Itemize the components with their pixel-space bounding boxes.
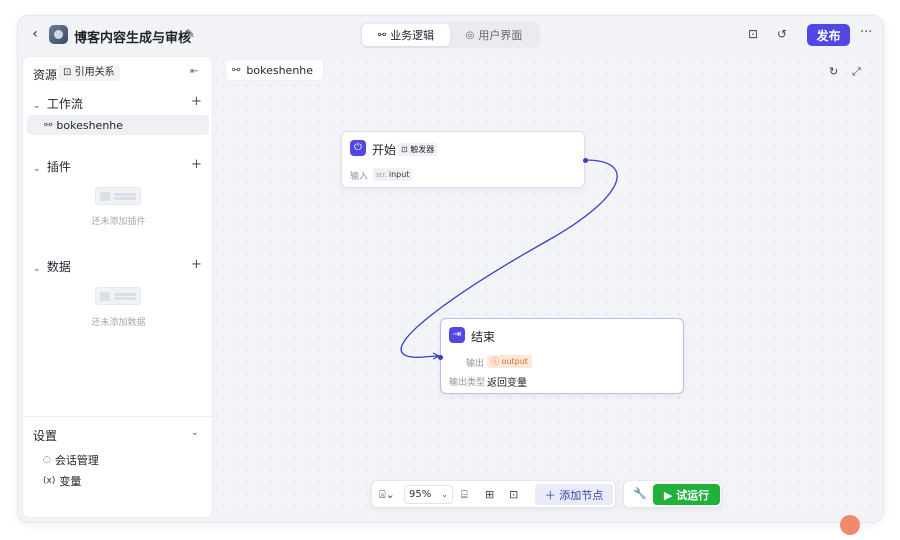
top-header: ‹ 博客内容生成与审核 ✎ ⚯ 业务逻辑 ◎ 用户界面 ⊡ ↺ 发布 ··· [18,16,883,54]
output-label: 输出 [466,359,485,369]
edit-icon[interactable]: ✎ [185,27,199,41]
app-window: ‹ 博客内容生成与审核 ✎ ⚯ 业务逻辑 ◎ 用户界面 ⊡ ↺ 发布 ··· 资… [18,16,883,522]
output-name: output [501,357,528,366]
section-title-label: 数据 [46,260,71,274]
section-plugins[interactable]: ⌄ 插件 [33,158,71,175]
chat-icon: ◌ [43,455,51,465]
input-type: str. [376,171,387,179]
section-title-label: 插件 [46,160,71,174]
empty-placeholder-icon [95,187,141,205]
settings-item-session[interactable]: ◌ 会话管理 [43,452,99,468]
trigger-badge: ⊡ 触发器 [398,143,438,156]
trigger-badge-label: 触发器 [410,145,435,154]
input-variable-chip: str. input [373,168,413,181]
settings-item-label: 会话管理 [54,454,99,467]
run-toolbar: 🔧 ▶ 试运行 [623,480,722,508]
zoom-select[interactable]: 95% ⌄ [404,485,453,504]
comment-icon[interactable]: ⌸ [461,488,468,502]
collapse-sidebar-icon[interactable]: ⇤ [190,66,198,77]
tab-label: 业务逻辑 [390,29,435,42]
add-plugin-button[interactable]: + [191,157,202,172]
layout-icon[interactable]: ⊞ [485,488,494,501]
floating-assistant-button[interactable] [840,515,860,535]
resource-sidebar: 资源 ⊡ 引用关系 ⇤ ⌄ 工作流 + ⚯ bokeshenhe ⌄ 插件 + … [22,56,213,518]
tab-business-logic[interactable]: ⚯ 业务逻辑 [362,24,450,46]
workflow-icon: ⚯ [44,119,53,131]
history-icon[interactable]: ↺ [775,27,789,41]
workflow-icon: ⚯ [377,29,387,41]
output-port[interactable] [583,158,588,163]
end-icon: ⇥ [449,327,465,343]
ref-chip-label: 引用关系 [74,67,115,78]
minimap-icon[interactable]: ⊡ [509,488,518,501]
tab-label: 用户界面 [478,29,523,42]
section-data[interactable]: ⌄ 数据 [33,258,71,275]
wrench-icon[interactable]: 🔧 [633,487,647,500]
run-label: 试运行 [676,488,710,502]
plus-icon: ＋ [544,488,556,502]
add-data-button[interactable]: + [191,257,202,272]
add-workflow-button[interactable]: + [191,94,202,109]
output-type-value: 返回变量 [487,378,527,389]
tab-user-interface[interactable]: ◎ 用户界面 [450,24,538,46]
chevron-down-icon: ⌄ [33,264,41,274]
reference-relations-button[interactable]: ⊡ 引用关系 [58,65,120,81]
input-label: 输入 [350,172,369,182]
empty-placeholder-icon [95,287,141,305]
chevron-down-icon[interactable]: ⌄ [191,428,199,438]
data-empty-text: 还未添加数据 [91,318,146,328]
input-port[interactable] [438,355,443,360]
output-variable-chip: ⓘ output [487,355,532,368]
zoom-value: 95% [409,489,432,500]
section-title-label: 工作流 [46,97,83,111]
sidebar-item-bokeshenhe[interactable]: ⚯ bokeshenhe [27,115,209,135]
canvas-toolbar: ⍓⌄ 95% ⌄ ⌸ ⊞ ⊡ ＋ 添加节点 [371,480,616,508]
chevron-down-icon: ⌄ [33,101,41,111]
section-workflow[interactable]: ⌄ 工作流 [33,95,83,112]
settings-title: 设置 [33,429,58,443]
output-type-label: 输出类型 [449,378,486,388]
warning-icon: ⓘ [491,357,499,366]
app-logo [49,25,68,44]
node-title: 开始 [372,143,397,157]
start-icon: ⏻ [350,140,366,156]
sidebar-item-label: bokeshenhe [56,118,124,132]
plugins-empty-text: 还未添加插件 [91,217,146,227]
more-icon[interactable]: ··· [860,25,872,40]
connection-edge [400,159,618,360]
trigger-icon: ⊡ [401,145,408,154]
input-name: input [388,170,410,179]
start-node[interactable]: ⏻ 开始 ⊡ 触发器 输入 str. input [341,131,588,188]
node-title: 结束 [471,330,496,344]
resources-label: 资源 [33,68,58,82]
chevron-down-icon: ⌄ [441,490,448,499]
archive-icon[interactable]: ⊡ [746,27,760,41]
back-icon[interactable]: ‹ [28,27,42,41]
mouse-mode-icon[interactable]: ⍓⌄ [379,488,395,502]
settings-item-label: 变量 [59,475,82,488]
divider [23,416,212,417]
test-run-button[interactable]: ▶ 试运行 [653,484,720,505]
workflow-canvas[interactable]: ⚯ bokeshenhe ↻ ⤢ ⏻ 开始 ⊡ 触发器 输入 str. input… [217,56,878,518]
chevron-down-icon: ⌄ [33,164,41,174]
publish-button[interactable]: 发布 [807,24,850,46]
play-icon: ▶ [663,488,673,502]
view-tabs: ⚯ 业务逻辑 ◎ 用户界面 [360,22,540,48]
link-icon: ⊡ [63,67,72,78]
palette-icon: ◎ [465,29,475,41]
end-node[interactable]: ⇥ 结束 输出 ⓘ output 输出类型 返回变量 [438,318,684,394]
add-node-button[interactable]: ＋ 添加节点 [535,484,613,505]
app-title: 博客内容生成与审核 [74,31,192,46]
add-node-label: 添加节点 [559,488,604,502]
settings-item-variables[interactable]: (x) 变量 [43,473,81,489]
variable-icon: (x) [43,476,56,486]
